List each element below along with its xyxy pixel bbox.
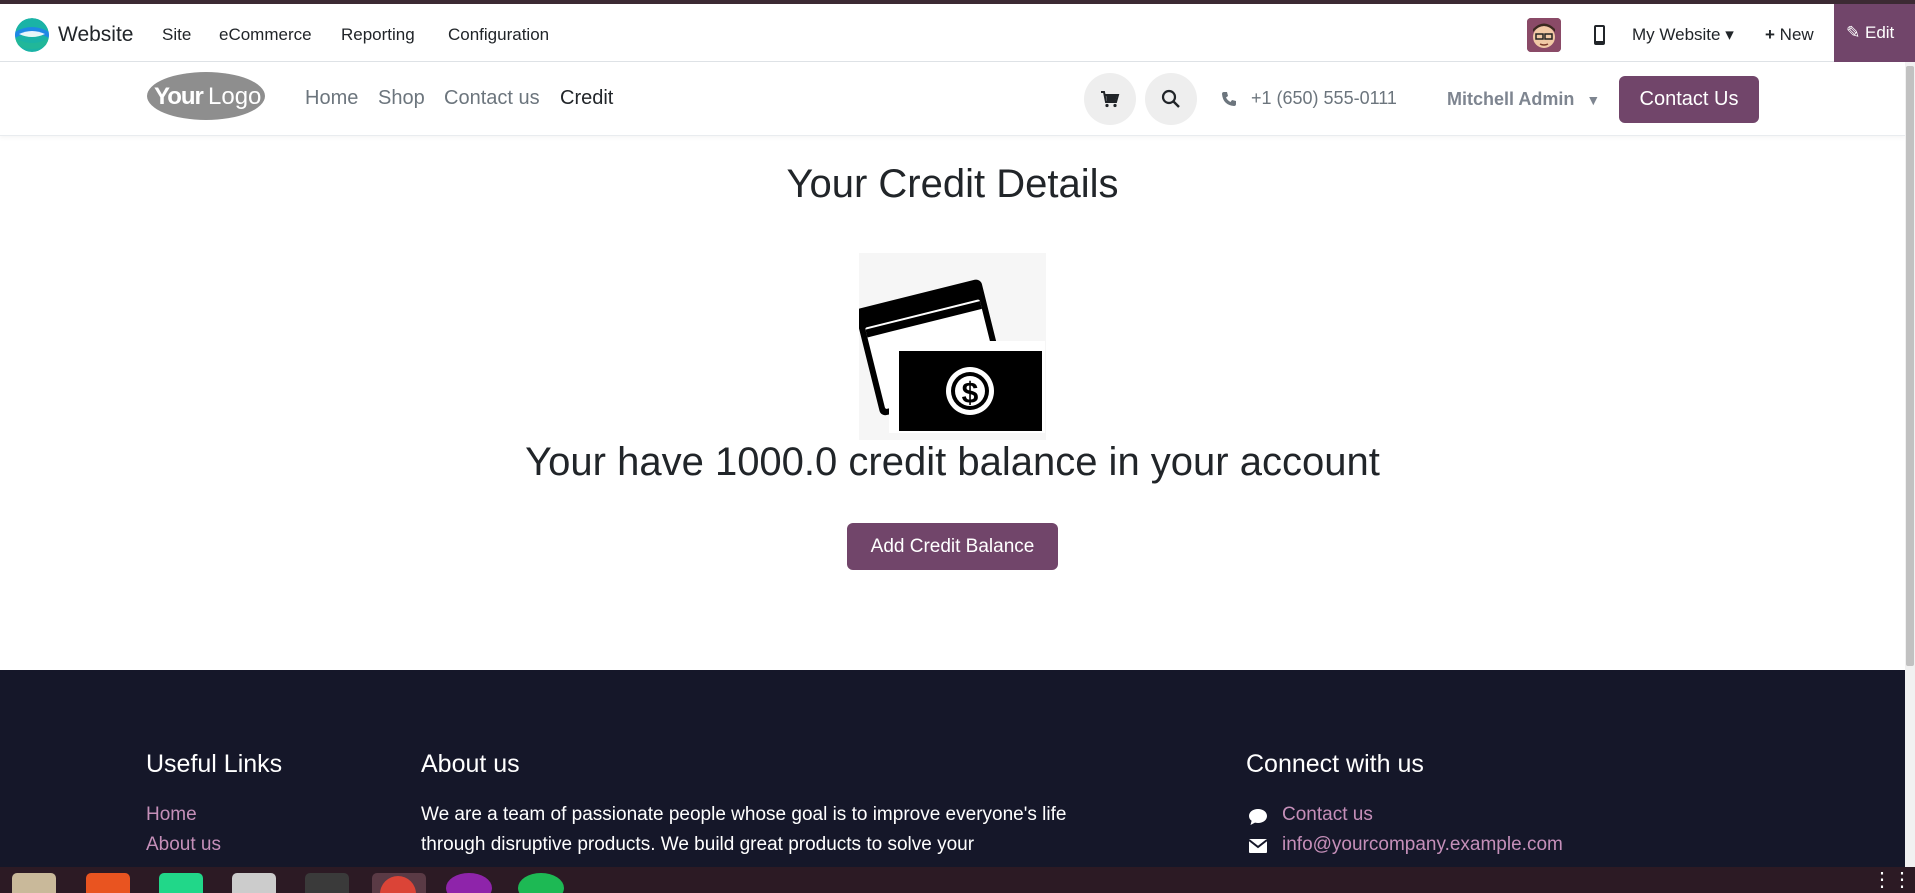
credit-card-money-icon: $ bbox=[855, 253, 1046, 440]
user-menu-dropdown[interactable]: Mitchell Admin ▼ bbox=[1447, 89, 1600, 110]
phone-contact[interactable]: +1 (650) 555-0111 bbox=[1221, 88, 1397, 109]
footer-about-text: We are a team of passionate people whose… bbox=[421, 804, 1067, 855]
search-icon bbox=[1161, 89, 1180, 108]
plus-icon: + bbox=[1765, 25, 1775, 44]
add-credit-balance-button[interactable]: Add Credit Balance bbox=[847, 523, 1058, 570]
footer-link-about-us[interactable]: About us bbox=[146, 834, 221, 856]
phone-icon bbox=[1222, 91, 1236, 106]
footer-contact-us-link[interactable]: Contact us bbox=[1282, 804, 1373, 826]
footer-email-link[interactable]: info@yourcompany.example.com bbox=[1282, 834, 1563, 856]
svg-text:Logo: Logo bbox=[208, 83, 261, 110]
my-website-dropdown[interactable]: My Website ▾ bbox=[1632, 25, 1734, 45]
edit-button[interactable]: ✎ Edit bbox=[1834, 4, 1915, 62]
app-icon-purple[interactable] bbox=[446, 873, 492, 893]
chrome-icon[interactable] bbox=[372, 873, 426, 893]
app-name[interactable]: Website bbox=[58, 23, 133, 47]
screenshot-tool-icon[interactable] bbox=[232, 873, 276, 893]
site-header: Your Logo Home Shop Contact us Credit +1… bbox=[0, 62, 1905, 136]
cart-button[interactable] bbox=[1084, 73, 1136, 125]
search-button[interactable] bbox=[1145, 73, 1197, 125]
scrollbar-thumb[interactable] bbox=[1906, 66, 1914, 666]
nav-contact-us[interactable]: Contact us bbox=[444, 87, 540, 110]
user-name: Mitchell Admin bbox=[1447, 89, 1575, 109]
credit-balance-text: Your have 1000.0 credit balance in your … bbox=[525, 440, 1380, 484]
cart-icon bbox=[1101, 91, 1120, 108]
footer-about-title: About us bbox=[421, 750, 520, 778]
site-footer: Useful Links Home About us About us We a… bbox=[0, 670, 1905, 867]
mobile-preview-icon[interactable] bbox=[1592, 24, 1607, 46]
odoo-website-app-icon[interactable] bbox=[15, 18, 49, 52]
terminal-icon[interactable] bbox=[305, 873, 349, 893]
footer-link-home[interactable]: Home bbox=[146, 804, 197, 826]
pycharm-icon[interactable] bbox=[159, 873, 203, 893]
your-logo[interactable]: Your Logo bbox=[146, 71, 266, 121]
new-button[interactable]: + New bbox=[1765, 25, 1814, 45]
nav-credit[interactable]: Credit bbox=[560, 87, 613, 110]
menu-ecommerce[interactable]: eCommerce bbox=[219, 25, 312, 45]
menu-configuration[interactable]: Configuration bbox=[448, 25, 549, 45]
envelope-icon bbox=[1248, 838, 1268, 856]
page-scrollbar[interactable] bbox=[1905, 62, 1915, 867]
my-website-label: My Website bbox=[1632, 25, 1721, 44]
nav-shop[interactable]: Shop bbox=[378, 87, 425, 110]
new-label: New bbox=[1779, 25, 1814, 44]
menu-site[interactable]: Site bbox=[162, 25, 191, 45]
phone-number: +1 (650) 555-0111 bbox=[1251, 88, 1397, 108]
page-title: Your Credit Details bbox=[786, 162, 1119, 206]
os-taskbar: ⋮⋮ bbox=[0, 867, 1915, 893]
pencil-icon: ✎ bbox=[1846, 23, 1861, 42]
svg-text:$: $ bbox=[962, 377, 979, 410]
file-manager-icon[interactable] bbox=[12, 873, 56, 893]
edit-label: Edit bbox=[1864, 23, 1895, 42]
odoo-top-bar: Website Site eCommerce Reporting Configu… bbox=[0, 0, 1915, 62]
comment-icon bbox=[1248, 808, 1268, 826]
svg-text:Your: Your bbox=[154, 83, 204, 110]
user-avatar[interactable] bbox=[1527, 18, 1561, 52]
caret-down-icon: ▾ bbox=[1725, 25, 1734, 44]
caret-down-icon: ▼ bbox=[1586, 91, 1601, 108]
chrome-logo bbox=[380, 876, 416, 893]
app-grid-icon[interactable]: ⋮⋮ bbox=[1872, 867, 1912, 893]
footer-useful-links-title: Useful Links bbox=[146, 750, 283, 778]
nav-home[interactable]: Home bbox=[305, 87, 358, 110]
contact-us-button[interactable]: Contact Us bbox=[1619, 76, 1759, 123]
footer-connect-title: Connect with us bbox=[1246, 750, 1424, 778]
spotify-icon[interactable] bbox=[518, 873, 564, 893]
software-store-icon[interactable] bbox=[86, 873, 130, 893]
menu-reporting[interactable]: Reporting bbox=[341, 25, 415, 45]
